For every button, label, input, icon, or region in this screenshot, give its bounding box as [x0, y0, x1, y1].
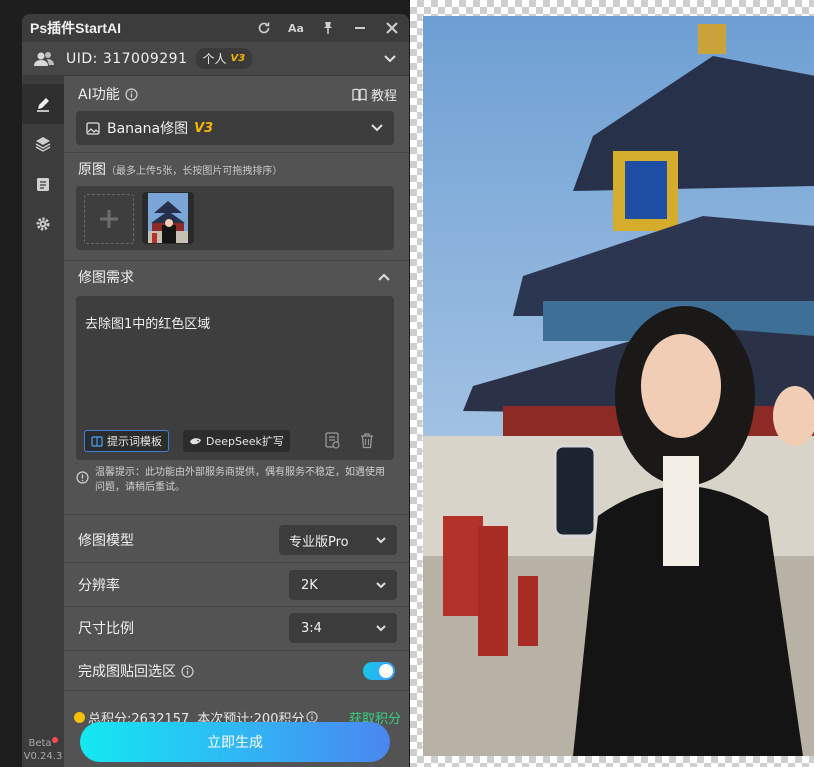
plan-badge: 个人 V3 [195, 48, 253, 69]
chevron-down-icon [375, 536, 387, 545]
generate-label: 立即生成 [207, 735, 263, 751]
sidebar-item-layers[interactable] [22, 124, 64, 164]
document-canvas [410, 0, 814, 767]
title-bar: Ps插件StartAI Aa [22, 14, 409, 42]
notice-info-icon [76, 471, 89, 495]
book-icon [352, 88, 367, 101]
notice-text: 温馨提示：此功能由外部服务商提供，偶有服务不稳定，如遇使用问题，请稍后重试。 [95, 467, 385, 493]
sidebar: Beta V0.24.3 [22, 76, 64, 767]
paste-back-toggle[interactable] [363, 662, 395, 680]
chevron-down-icon [370, 123, 384, 133]
update-dot [51, 737, 58, 743]
user-bar[interactable]: UID: 317009291 个人 V3 [22, 42, 409, 76]
ai-feature-version: V3 [194, 120, 214, 136]
plan-name: 个人 [202, 52, 227, 66]
tutorial-link[interactable]: 教程 [352, 85, 397, 104]
generate-button[interactable]: 立即生成 [80, 722, 390, 762]
canvas-photo [422, 16, 814, 756]
deepseek-expand-button[interactable]: DeepSeek扩写 [183, 430, 290, 452]
user-id: UID: 317009291 [66, 50, 188, 67]
users-icon [34, 51, 54, 67]
resolution-label: 分辨率 [78, 578, 120, 594]
version-number: V0.24.3 [23, 751, 63, 762]
ai-feature-name: Banana修图 [107, 121, 189, 137]
requirement-label: 修图需求 [78, 270, 134, 286]
model-value: 专业版Pro [289, 534, 349, 550]
sidebar-item-history[interactable] [22, 164, 64, 204]
prompt-template-label: 提示词模板 [107, 435, 162, 448]
sidebar-item-settings[interactable] [22, 204, 64, 244]
source-image-thumbnail[interactable] [142, 192, 194, 244]
whale-icon [189, 436, 202, 446]
aspect-ratio-label: 尺寸比例 [78, 621, 134, 637]
ai-feature-label: AI功能 [78, 87, 120, 103]
gear-icon [35, 216, 51, 232]
font-size-icon[interactable]: Aa [287, 19, 305, 37]
pin-icon[interactable] [319, 19, 337, 37]
service-notice: 温馨提示：此功能由外部服务商提供，偶有服务不稳定，如遇使用问题，请稍后重试。 [76, 464, 394, 495]
source-image-hint: （最多上传5张，长按图片可拖拽排序） [106, 165, 283, 177]
paste-back-label: 完成图贴回选区 [78, 664, 176, 680]
deepseek-expand-label: DeepSeek扩写 [206, 435, 284, 448]
chevron-down-icon [375, 581, 387, 590]
source-image-label: 原图 [78, 162, 106, 178]
pencil-icon [35, 96, 51, 112]
add-image-button[interactable] [84, 194, 134, 244]
resolution-value: 2K [301, 577, 318, 593]
chevron-down-icon[interactable] [383, 54, 397, 64]
refresh-icon[interactable] [255, 19, 273, 37]
clipboard-icon [36, 176, 50, 192]
version-info: Beta V0.24.3 [22, 737, 64, 763]
tutorial-label: 教程 [370, 88, 397, 104]
sidebar-item-edit[interactable] [22, 84, 64, 124]
paste-info-icon[interactable] [181, 664, 194, 678]
app-title: Ps插件StartAI [30, 20, 122, 36]
trash-icon[interactable] [360, 433, 374, 449]
image-edit-icon [86, 121, 100, 135]
source-image-list [76, 186, 394, 250]
plugin-panel: Ps插件StartAI Aa UID: 317009291 个人 V3 Beta… [22, 14, 409, 767]
chevron-up-icon[interactable] [377, 272, 391, 282]
model-select[interactable]: 专业版Pro [279, 525, 397, 555]
minimize-icon[interactable] [351, 19, 369, 37]
model-label: 修图模型 [78, 533, 134, 549]
aspect-ratio-select[interactable]: 3:4 [289, 613, 397, 643]
main-content: AI功能 教程 Banana修图 V3 原图 （最多上传5张，长按图片可拖拽排序… [64, 76, 409, 767]
resolution-select[interactable]: 2K [289, 570, 397, 600]
template-book-icon [91, 435, 103, 447]
requirement-text: 去除图1中的红色区域 [85, 317, 211, 332]
close-icon[interactable] [383, 19, 401, 37]
saved-prompts-icon[interactable] [324, 432, 341, 449]
chevron-down-icon [375, 624, 387, 633]
version-beta: Beta [28, 738, 52, 749]
aspect-ratio-value: 3:4 [301, 620, 322, 636]
info-icon[interactable] [125, 87, 138, 101]
coin-icon [74, 711, 85, 723]
layers-icon [35, 136, 51, 152]
prompt-template-button[interactable]: 提示词模板 [84, 430, 169, 452]
ai-feature-select[interactable]: Banana修图 V3 [76, 111, 394, 145]
plan-version: V3 [230, 53, 246, 64]
requirement-textarea[interactable]: 去除图1中的红色区域 提示词模板 DeepSeek扩写 [76, 296, 394, 460]
